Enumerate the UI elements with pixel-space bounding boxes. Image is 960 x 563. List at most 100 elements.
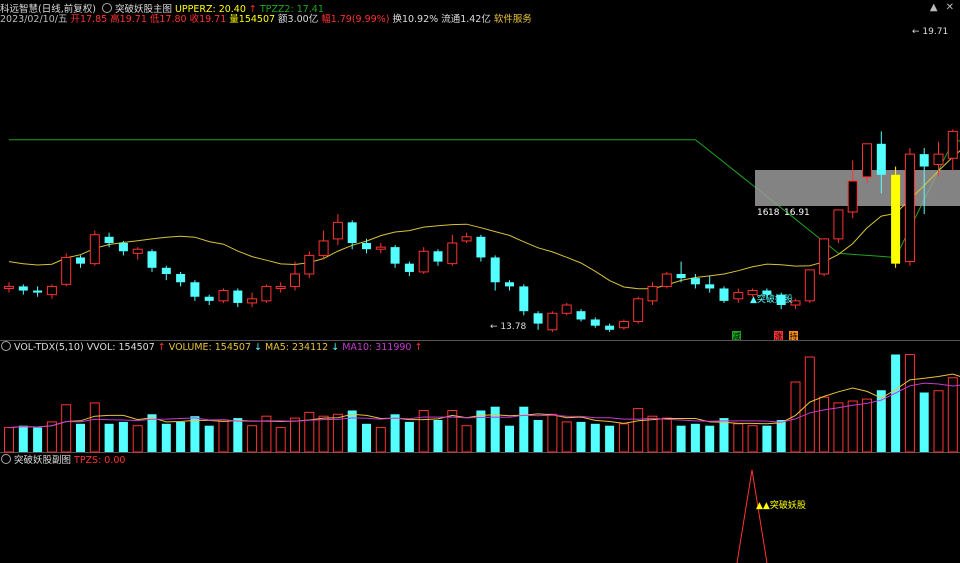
- stock-chart[interactable]: ← 19.71 ← 13.78 16.91 16 18 ▲突破妖股减 涨持 ▲▲突破妖股: [0, 0, 960, 563]
- candle-body: [118, 243, 128, 252]
- candle-body: [404, 263, 414, 272]
- volume-bar: [390, 414, 400, 452]
- candle-body: [519, 286, 529, 312]
- volume-bar: [347, 410, 357, 452]
- volume-bar: [819, 396, 830, 453]
- candle-body: [505, 282, 514, 287]
- volume-bar: [404, 421, 414, 452]
- candle-body: [161, 267, 171, 274]
- candle-body: [418, 250, 429, 273]
- candle-body: [18, 286, 28, 291]
- volume-bar: [505, 425, 514, 452]
- candle-body: [904, 153, 915, 263]
- candle-body: [576, 311, 586, 320]
- volume-bar: [33, 427, 43, 452]
- volume-bar: [275, 427, 286, 453]
- low-price-label: ← 13.78: [490, 322, 526, 332]
- volume-bar: [833, 402, 844, 453]
- candle-body: [933, 153, 944, 165]
- volume-bar: [862, 398, 872, 453]
- volume-bar: [490, 406, 500, 452]
- mid-price-label: 18: [768, 208, 780, 218]
- volume-bar: [318, 415, 329, 453]
- volume-bar: [733, 423, 744, 453]
- volume-bar: [89, 402, 100, 453]
- volume-bar: [4, 427, 14, 453]
- candle-body: [390, 247, 400, 264]
- high-price-label: ← 19.71: [912, 27, 948, 37]
- volume-bar: [233, 418, 243, 452]
- candle-body: [733, 292, 744, 300]
- breakout-signal-label: ▲突破妖股: [750, 293, 793, 305]
- volume-bar: [919, 392, 929, 452]
- volume-bar: [76, 423, 85, 452]
- tag-hold-text: 持: [790, 331, 798, 341]
- candle-body: [590, 319, 600, 326]
- volume-bar: [747, 425, 758, 453]
- volume-bar: [290, 417, 300, 453]
- mid-price-label: 16.91: [784, 208, 810, 218]
- volume-bar: [576, 421, 586, 452]
- candle-body: [104, 236, 114, 243]
- volume-bar: [533, 420, 543, 452]
- candle-body: [461, 236, 472, 242]
- volume-bar: [947, 377, 958, 453]
- candle-body: [218, 290, 229, 302]
- candle-body: [33, 290, 43, 293]
- candle-body: [61, 256, 72, 285]
- volume-bar: [218, 419, 229, 453]
- tag-up-text: 涨: [775, 331, 783, 341]
- candle-body: [332, 221, 343, 240]
- volume-bar: [605, 425, 615, 452]
- candle-body: [862, 143, 872, 178]
- volume-bar: [204, 425, 214, 452]
- volume-bar: [304, 411, 315, 453]
- candle-body: [661, 273, 672, 287]
- candle-body: [233, 290, 243, 303]
- candle-body: [290, 273, 300, 287]
- candle-body: [304, 254, 315, 275]
- volume-bar: [362, 423, 371, 452]
- candle-body: [547, 312, 558, 331]
- candle-body: [490, 257, 500, 283]
- candle-body: [561, 304, 572, 314]
- volume-bar: [519, 406, 529, 452]
- candle-body: [433, 251, 443, 262]
- volume-bar: [719, 418, 729, 452]
- candle-body: [275, 285, 286, 289]
- candle-body: [676, 274, 686, 279]
- candle-body: [633, 298, 644, 323]
- candle-body: [4, 285, 14, 289]
- volume-bar: [190, 416, 200, 452]
- candle-body: [618, 321, 629, 329]
- candle-body: [347, 222, 357, 243]
- volume-bar: [776, 420, 786, 452]
- candle-body: [176, 274, 186, 283]
- volume-bar: [433, 420, 443, 452]
- volume-bar: [161, 423, 171, 452]
- candle-body: [533, 313, 543, 324]
- volume-bar: [476, 410, 486, 452]
- candle-body: [804, 269, 815, 302]
- volume-bar: [547, 413, 558, 453]
- volume-bar: [561, 421, 572, 453]
- volume-bar: [933, 390, 944, 453]
- volume-bar: [132, 425, 143, 453]
- candle-body: [719, 288, 729, 301]
- candle-body: [847, 180, 858, 213]
- candle-body: [261, 285, 272, 302]
- candle-body: [375, 246, 386, 250]
- volume-bar: [847, 400, 858, 453]
- volume-bar: [647, 415, 658, 453]
- candle-body: [690, 278, 700, 285]
- candle-body: [947, 130, 958, 159]
- candle-body: [204, 296, 214, 301]
- candle-body: [819, 238, 830, 275]
- candle-body: [132, 248, 143, 254]
- candle-body: [76, 257, 85, 264]
- volume-bar: [904, 354, 915, 453]
- tag-down-text: 减: [733, 331, 741, 341]
- candle-body: [891, 174, 901, 264]
- volume-bar: [661, 417, 672, 453]
- candle-body: [89, 234, 100, 265]
